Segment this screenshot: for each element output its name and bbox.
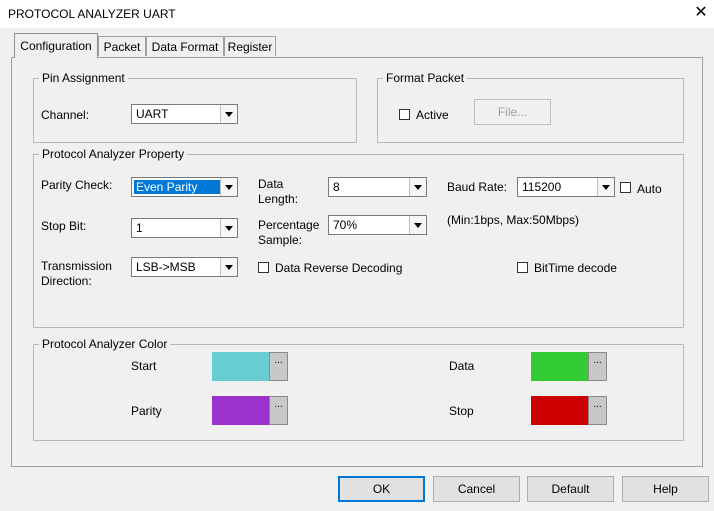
close-icon[interactable]: ✕ (692, 4, 710, 22)
window-title: PROTOCOL ANALYZER UART (8, 7, 176, 21)
chevron-down-icon[interactable] (220, 219, 237, 237)
auto-label: Auto (637, 182, 662, 196)
baud-rate-label: Baud Rate: (447, 180, 508, 194)
data-color-swatch[interactable] (531, 352, 588, 381)
start-color-label: Start (131, 359, 157, 373)
transmission-label-line1: Transmission (41, 259, 112, 273)
data-color-picker[interactable]: ... (531, 352, 607, 381)
stop-bit-label: Stop Bit: (41, 219, 87, 233)
data-length-value: 8 (333, 180, 340, 194)
chevron-down-icon[interactable] (220, 258, 237, 276)
stop-bit-value: 1 (136, 221, 143, 235)
transmission-direction-select[interactable]: LSB->MSB (131, 257, 238, 277)
help-button[interactable]: Help (622, 476, 709, 502)
auto-checkbox[interactable] (620, 182, 631, 193)
baud-rate-value: 115200 (522, 180, 562, 194)
chevron-down-icon[interactable] (220, 105, 237, 123)
data-length-label-line2: Length: (258, 192, 299, 206)
channel-select[interactable]: UART (131, 104, 238, 124)
color-title: Protocol Analyzer Color (39, 337, 171, 351)
baud-range-note: (Min:1bps, Max:50Mbps) (447, 213, 580, 227)
start-color-swatch[interactable] (212, 352, 269, 381)
cancel-button[interactable]: Cancel (433, 476, 520, 502)
chevron-down-icon[interactable] (409, 178, 426, 196)
stop-color-swatch[interactable] (531, 396, 588, 425)
active-checkbox[interactable] (399, 109, 410, 120)
default-button[interactable]: Default (527, 476, 614, 502)
parity-color-more-button[interactable]: ... (269, 396, 288, 425)
parity-color-swatch[interactable] (212, 396, 269, 425)
tab-packet[interactable]: Packet (98, 36, 146, 56)
percentage-sample-select[interactable]: 70% (328, 215, 427, 235)
data-length-select[interactable]: 8 (328, 177, 427, 197)
data-reverse-label: Data Reverse Decoding (275, 261, 403, 275)
bittime-decode-label: BitTime decode (534, 261, 617, 275)
bittime-decode-checkbox[interactable] (517, 262, 528, 273)
channel-value: UART (136, 107, 169, 121)
start-color-picker[interactable]: ... (212, 352, 288, 381)
tab-register[interactable]: Register (224, 36, 276, 56)
property-title: Protocol Analyzer Property (39, 147, 188, 161)
baud-rate-select[interactable]: 115200 (517, 177, 615, 197)
data-color-label: Data (449, 359, 475, 373)
stop-color-more-button[interactable]: ... (588, 396, 607, 425)
percentage-label-line2: Sample: (258, 233, 303, 247)
data-length-label-line1: Data (258, 177, 284, 191)
start-color-more-button[interactable]: ... (269, 352, 288, 381)
chevron-down-icon[interactable] (409, 216, 426, 234)
ok-button[interactable]: OK (338, 476, 425, 502)
transmission-direction-value: LSB->MSB (136, 260, 196, 274)
pin-assignment-title: Pin Assignment (39, 71, 128, 85)
tab-data-format[interactable]: Data Format (146, 36, 224, 56)
channel-label: Channel: (41, 108, 90, 122)
parity-check-value: Even Parity (134, 180, 220, 194)
percentage-sample-value: 70% (333, 218, 358, 232)
parity-check-label: Parity Check: (41, 178, 113, 192)
transmission-label-line2: Direction: (41, 274, 92, 288)
parity-check-select[interactable]: Even Parity (131, 177, 238, 197)
data-reverse-checkbox[interactable] (258, 262, 269, 273)
format-packet-title: Format Packet (383, 71, 468, 85)
chevron-down-icon[interactable] (597, 178, 614, 196)
stop-color-picker[interactable]: ... (531, 396, 607, 425)
data-color-more-button[interactable]: ... (588, 352, 607, 381)
parity-color-label: Parity (131, 404, 162, 418)
parity-color-picker[interactable]: ... (212, 396, 288, 425)
active-label: Active (416, 108, 449, 122)
stop-color-label: Stop (449, 404, 474, 418)
percentage-label-line1: Percentage (258, 218, 320, 232)
stop-bit-select[interactable]: 1 (131, 218, 238, 238)
tab-configuration[interactable]: Configuration (14, 33, 98, 58)
file-button[interactable]: File... (474, 99, 551, 125)
chevron-down-icon[interactable] (220, 178, 237, 196)
